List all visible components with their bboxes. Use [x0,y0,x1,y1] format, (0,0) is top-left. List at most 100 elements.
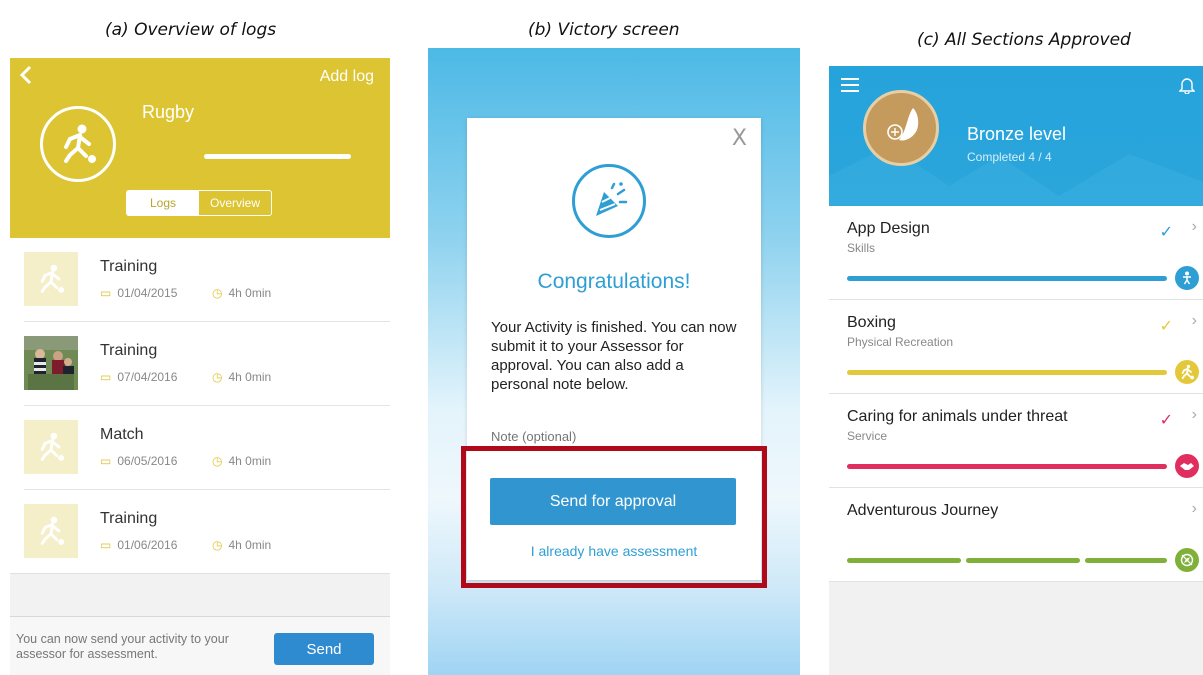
handshake-icon [1175,454,1199,478]
log-item[interactable]: Training ▭ 07/04/2016 ◷ 4h 0min [24,322,390,406]
caption-overview: (a) Overview of logs [105,20,277,40]
log-name: Training [100,342,158,359]
activity-progress-bar [204,154,351,159]
log-duration: ◷ 4h 0min [212,370,271,384]
section-category: Service [847,429,888,443]
caption-sections: (c) All Sections Approved [917,30,1131,50]
section-progress-segment [966,558,1080,563]
send-footer: You can now send your activity to your a… [10,616,390,675]
log-thumbnail [24,252,78,306]
rugby-photo-icon [24,336,78,390]
rugby-icon [40,516,65,545]
log-duration: ◷ 4h 0min [212,538,271,552]
clock-icon: ◷ [212,370,223,384]
section-name: App Design [847,220,930,237]
log-date: ▭ 01/04/2015 [100,286,177,300]
empty-area [10,573,390,617]
log-date-value: 01/06/2016 [117,538,178,552]
chevron-right-icon: › [1191,406,1197,423]
congratulations-message: Your Activity is finished. You can now s… [491,319,737,393]
clock-icon: ◷ [212,286,223,300]
log-date: ▭ 07/04/2016 [100,370,177,384]
log-duration-value: 4h 0min [228,538,272,552]
section-progress-bar [847,276,1167,281]
section-item-app-design[interactable]: App Design Skills ✓ › [829,206,1203,300]
log-name: Training [100,510,158,527]
section-item-boxing[interactable]: Boxing Physical Recreation ✓ › [829,300,1203,394]
log-duration-value: 4h 0min [228,286,272,300]
compass-icon [1175,548,1199,572]
log-date-value: 01/04/2015 [117,286,178,300]
sections-screen: Bronze level Completed 4 / 4 App Design … [829,66,1203,675]
check-icon: ✓ [1159,318,1173,335]
section-name: Adventurous Journey [847,502,999,519]
log-item[interactable]: Training ▭ 01/06/2016 ◷ 4h 0min [24,490,390,574]
calendar-icon: ▭ [100,538,112,552]
level-title: Bronze level [967,124,1067,144]
congratulations-title: Congratulations! [537,270,691,293]
log-duration-value: 4h 0min [228,454,272,468]
log-name: Match [100,426,144,443]
section-category: Physical Recreation [847,335,954,349]
section-list: App Design Skills ✓ › Boxing Physical Re… [829,206,1203,582]
calendar-icon: ▭ [100,370,112,384]
section-progress-bar [847,370,1167,375]
party-popper-icon [572,164,646,238]
victory-panel: (b) Victory screen X Congratulations! Yo… [428,0,800,675]
log-thumbnail [24,504,78,558]
completed-count: Completed 4 / 4 [967,150,1052,164]
chevron-right-icon: › [1191,218,1197,235]
calendar-icon: ▭ [100,286,112,300]
section-progress-segment [1085,558,1167,563]
add-log-button[interactable]: Add log [320,68,374,86]
section-progress-bar [847,464,1167,469]
victory-screen: X Congratulations! Your Activity is fini… [428,48,800,675]
send-message: You can now send your activity to your a… [16,632,229,661]
tab-logs[interactable]: Logs [127,191,199,215]
clock-icon: ◷ [212,454,223,468]
log-duration-value: 4h 0min [228,370,272,384]
section-category: Skills [847,241,876,255]
log-photo [24,336,78,390]
log-date-value: 07/04/2016 [117,370,178,384]
check-icon: ✓ [1159,224,1173,241]
overview-screen: Add log Rugby Logs Overview Training ▭ 0… [10,58,390,675]
rugby-icon [40,264,65,293]
section-item-adventurous-journey[interactable]: Adventurous Journey › [829,488,1203,582]
log-item[interactable]: Match ▭ 06/05/2016 ◷ 4h 0min [24,406,390,490]
activity-header: Add log Rugby Logs Overview [10,58,390,238]
tab-overview[interactable]: Overview [199,191,271,215]
chevron-right-icon: › [1191,500,1197,517]
rugby-icon [40,106,116,182]
activity-title: Rugby [142,102,195,122]
bell-icon[interactable] [1179,76,1195,94]
highlight-box [461,446,767,588]
send-button[interactable]: Send [274,633,374,665]
overview-panel: (a) Overview of logs Add log Rugby Logs … [10,0,390,675]
sections-panel: (c) All Sections Approved Bronze level C… [829,0,1203,675]
close-icon[interactable]: X [732,126,747,151]
section-progress-segment [847,558,961,563]
log-name: Training [100,258,158,275]
check-icon: ✓ [1159,412,1173,429]
person-icon [1175,266,1199,290]
rugby-icon [1175,360,1199,384]
logs-overview-toggle: Logs Overview [126,190,272,216]
log-thumbnail [24,420,78,474]
section-name: Caring for animals under threat [847,408,1068,425]
log-duration: ◷ 4h 0min [212,454,271,468]
rugby-icon [40,432,65,461]
log-date: ▭ 01/06/2016 [100,538,177,552]
log-date-value: 06/05/2016 [117,454,178,468]
clock-icon: ◷ [212,538,223,552]
level-header: Bronze level Completed 4 / 4 [829,66,1203,206]
caption-victory: (b) Victory screen [528,20,680,40]
log-item[interactable]: Training ▭ 01/04/2015 ◷ 4h 0min [24,238,390,322]
log-list: Training ▭ 01/04/2015 ◷ 4h 0min Training… [10,238,390,574]
log-duration: ◷ 4h 0min [212,286,271,300]
back-icon[interactable] [16,64,38,86]
log-date: ▭ 06/05/2016 [100,454,177,468]
menu-icon[interactable] [841,78,859,92]
section-item-caring[interactable]: Caring for animals under threat Service … [829,394,1203,488]
calendar-icon: ▭ [100,454,112,468]
